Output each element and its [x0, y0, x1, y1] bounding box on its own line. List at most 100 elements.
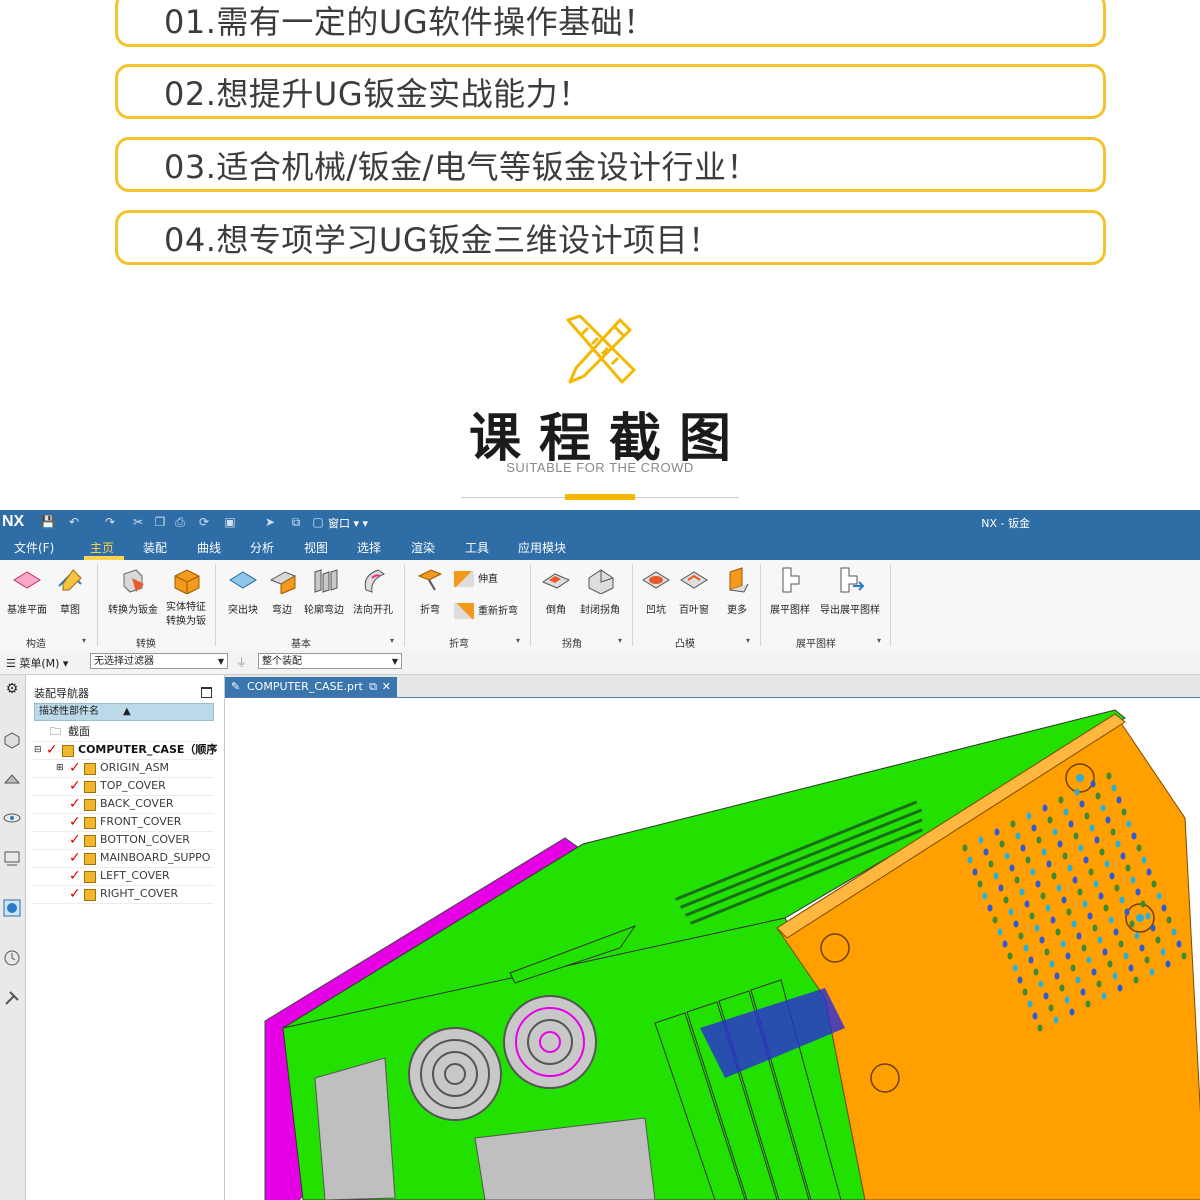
tree-row-part[interactable]: ✓ FRONT_COVER	[32, 813, 214, 832]
closed-corner-button[interactable]: 封闭拐角	[578, 566, 622, 616]
group-bend-menu[interactable]: ▾	[516, 636, 520, 645]
undock-icon[interactable]: ⧉	[369, 677, 377, 697]
repeat-command-icon[interactable]: ⟳	[196, 514, 212, 530]
group-basic-menu[interactable]: ▾	[390, 636, 394, 645]
part-icon	[84, 817, 96, 829]
history-icon[interactable]	[3, 949, 21, 967]
vent-hole	[993, 872, 999, 880]
view-icon[interactable]	[3, 809, 21, 827]
checkbox-checked-icon[interactable]: ✓	[69, 761, 81, 775]
switch-window-icon[interactable]: ⧉	[288, 514, 304, 530]
checkbox-checked-icon[interactable]: ✓	[69, 833, 81, 847]
group-punch-menu[interactable]: ▾	[746, 636, 750, 645]
tools-icon[interactable]	[3, 989, 21, 1007]
rebend-button[interactable]: 重新折弯	[454, 602, 518, 619]
vent-hole	[1075, 976, 1081, 984]
vent-hole	[1080, 988, 1086, 996]
tab-curve[interactable]: 曲线	[197, 539, 221, 556]
tree-row-part[interactable]: ✓ MAINBOARD_SUPPO	[32, 849, 214, 868]
contour-flange-button[interactable]: 轮廓弯边	[302, 566, 346, 616]
column-header[interactable]: 描述性部件名 ▲	[34, 703, 214, 721]
flange-icon	[269, 571, 297, 595]
group-corner-menu[interactable]: ▾	[618, 636, 622, 645]
dimple-button[interactable]: 凹坑	[640, 566, 672, 616]
part-navigator-icon[interactable]	[3, 731, 21, 749]
scope-select[interactable]: 整个装配 ▼	[258, 653, 402, 669]
tree-row-section[interactable]: 🗀 截面	[32, 723, 214, 742]
vent-hole	[1111, 784, 1117, 792]
vent-hole	[1119, 896, 1125, 904]
tree-row-part[interactable]: ✓ BACK_COVER	[32, 795, 214, 814]
checkbox-checked-icon[interactable]: ✓	[69, 869, 81, 883]
tree-row-part[interactable]: ✓ BOTTON_COVER	[32, 831, 214, 850]
maximize-icon[interactable]	[201, 687, 212, 698]
part-icon	[84, 781, 96, 793]
checkbox-checked-icon[interactable]: ✓	[69, 797, 81, 811]
solid-to-sheetmetal-button[interactable]: 实体特征转换为钣	[164, 566, 208, 629]
assembly-navigator-icon[interactable]	[3, 771, 21, 789]
document-tab[interactable]: ✎ COMPUTER_CASE.prt ⧉ ✕	[225, 677, 397, 697]
save-icon[interactable]: 💾	[40, 514, 56, 530]
promo-item-4: 04.想专项学习UG钣金三维设计项目！	[115, 210, 1106, 265]
redo-icon[interactable]: ↷	[102, 514, 118, 530]
more-button[interactable]: 更多	[720, 566, 754, 616]
group-flat-pattern-menu[interactable]: ▾	[877, 636, 881, 645]
vent-hole	[1106, 772, 1112, 780]
datum-plane-button[interactable]: 基准平面	[4, 566, 50, 616]
tab-assembly[interactable]: 装配	[143, 539, 167, 556]
checkbox-checked-icon[interactable]: ✓	[69, 851, 81, 865]
settings-icon[interactable]: ⚙	[3, 681, 21, 699]
flange-button[interactable]: 弯边	[266, 566, 298, 616]
tree-row-part[interactable]: ✓ LEFT_COVER	[32, 867, 214, 886]
bend-button[interactable]: 折弯	[412, 566, 448, 616]
tab-select[interactable]: 选择	[357, 539, 381, 556]
collapse-icon[interactable]: ⊟	[34, 741, 42, 759]
tab-feature-button[interactable]: 突出块	[224, 566, 262, 616]
undo-icon[interactable]: ↶	[66, 514, 82, 530]
graphics-window[interactable]: ✎ COMPUTER_CASE.prt ⧉ ✕	[225, 675, 1200, 1200]
copy-icon[interactable]: ❐	[152, 514, 168, 530]
checkbox-checked-icon[interactable]: ✓	[69, 779, 81, 793]
window-menu[interactable]: 窗口 ▾ ▾	[328, 515, 368, 531]
convert-sheetmetal-icon	[123, 569, 144, 593]
sketch-button[interactable]: 草图	[54, 566, 86, 616]
tree-row-root[interactable]: ⊟ ✓ COMPUTER_CASE（顺序	[32, 741, 217, 760]
tree-row-part[interactable]: ✓ RIGHT_COVER	[32, 885, 214, 904]
checkbox-checked-icon[interactable]: ✓	[46, 743, 58, 757]
vent-hole	[1019, 888, 1025, 896]
louver-button[interactable]: 百叶窗	[676, 566, 712, 616]
computer-case-model[interactable]	[225, 698, 1200, 1200]
tab-applications[interactable]: 应用模块	[518, 539, 566, 556]
tree-row-part[interactable]: ✓ TOP_COVER	[32, 777, 214, 796]
group-construct-menu[interactable]: ▾	[82, 636, 86, 645]
checkbox-checked-icon[interactable]: ✓	[69, 887, 81, 901]
paste-icon[interactable]: ⎙	[172, 514, 188, 530]
web-browser-icon[interactable]	[3, 899, 21, 917]
tab-file[interactable]: 文件(F)	[14, 539, 54, 556]
vent-hole	[1065, 952, 1071, 960]
type-filter-select[interactable]: 无选择过滤器 ▼	[90, 653, 228, 669]
tab-home[interactable]: 主页	[90, 539, 114, 556]
normal-cutout-button[interactable]: 法向开孔	[350, 566, 396, 616]
menu-button[interactable]: ☰ 菜单(M) ▾	[6, 655, 68, 671]
convert-sheetmetal-button[interactable]: 转换为钣金	[104, 566, 162, 616]
vent-hole	[972, 868, 978, 876]
tab-tools[interactable]: 工具	[465, 539, 489, 556]
filter-icon[interactable]: ⏚	[236, 654, 247, 670]
tab-analysis[interactable]: 分析	[250, 539, 274, 556]
chamfer-button[interactable]: 倒角	[538, 566, 574, 616]
part-icon[interactable]: ▣	[222, 514, 238, 530]
flat-pattern-button[interactable]: 展平图样	[766, 566, 814, 616]
drawing-icon[interactable]	[3, 849, 21, 867]
export-flat-pattern-button[interactable]: 导出展平图样	[818, 566, 882, 616]
expand-icon[interactable]: ⊞	[56, 759, 64, 777]
touch-mode-icon[interactable]: ➤	[262, 514, 278, 530]
tree-row-part[interactable]: ⊞ ✓ ORIGIN_ASM	[32, 759, 214, 778]
cut-icon[interactable]: ✂	[130, 514, 146, 530]
checkbox-checked-icon[interactable]: ✓	[69, 815, 81, 829]
tab-view[interactable]: 视图	[304, 539, 328, 556]
tab-render[interactable]: 渲染	[411, 539, 435, 556]
close-icon[interactable]: ✕	[382, 677, 391, 697]
unbend-button[interactable]: 伸直	[454, 570, 498, 587]
window-icon[interactable]: ▢	[310, 514, 326, 530]
